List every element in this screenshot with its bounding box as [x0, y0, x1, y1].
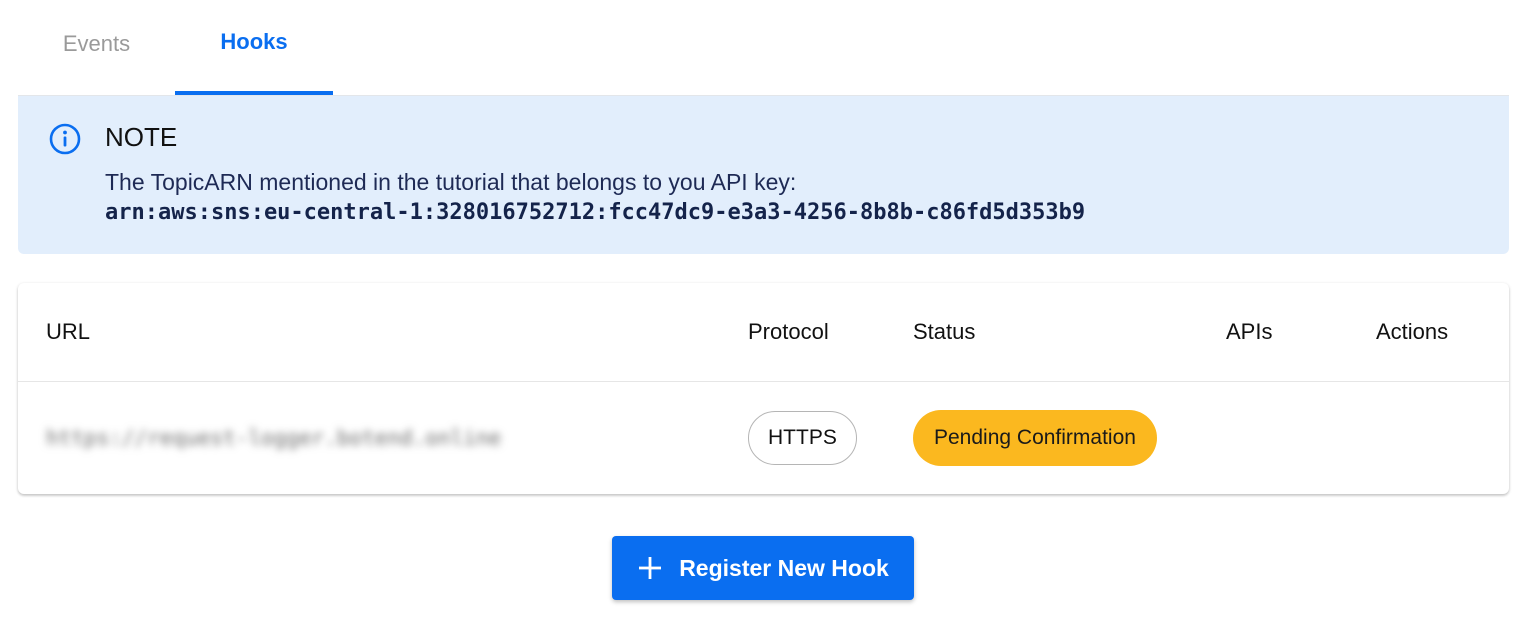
column-header-status: Status [913, 319, 976, 344]
note-banner: NOTE The TopicARN mentioned in the tutor… [18, 96, 1509, 254]
note-text: The TopicARN mentioned in the tutorial t… [105, 169, 797, 195]
note-title: NOTE [105, 122, 178, 152]
tab-hooks[interactable]: Hooks [175, 0, 333, 95]
hook-url: https://request-logger.botend.online [46, 426, 502, 450]
column-header-apis: APIs [1226, 319, 1273, 344]
column-header-actions: Actions [1376, 319, 1449, 344]
hooks-table: URL Protocol Status APIs Actions https:/… [18, 283, 1509, 494]
info-icon [49, 123, 81, 155]
protocol-chip: HTTPS [748, 411, 857, 465]
status-badge: Pending Confirmation [913, 410, 1157, 466]
topic-arn: arn:aws:sns:eu-central-1:328016752712:fc… [105, 200, 1086, 225]
plus-icon [639, 557, 662, 579]
tab-events[interactable]: Events [18, 0, 175, 95]
column-header-protocol: Protocol [748, 319, 829, 344]
register-button-label: Register New Hook [679, 554, 889, 581]
register-new-hook-button[interactable]: Register New Hook [612, 536, 914, 600]
tab-bar: Events Hooks [18, 0, 1509, 96]
column-header-url: URL [46, 319, 91, 344]
